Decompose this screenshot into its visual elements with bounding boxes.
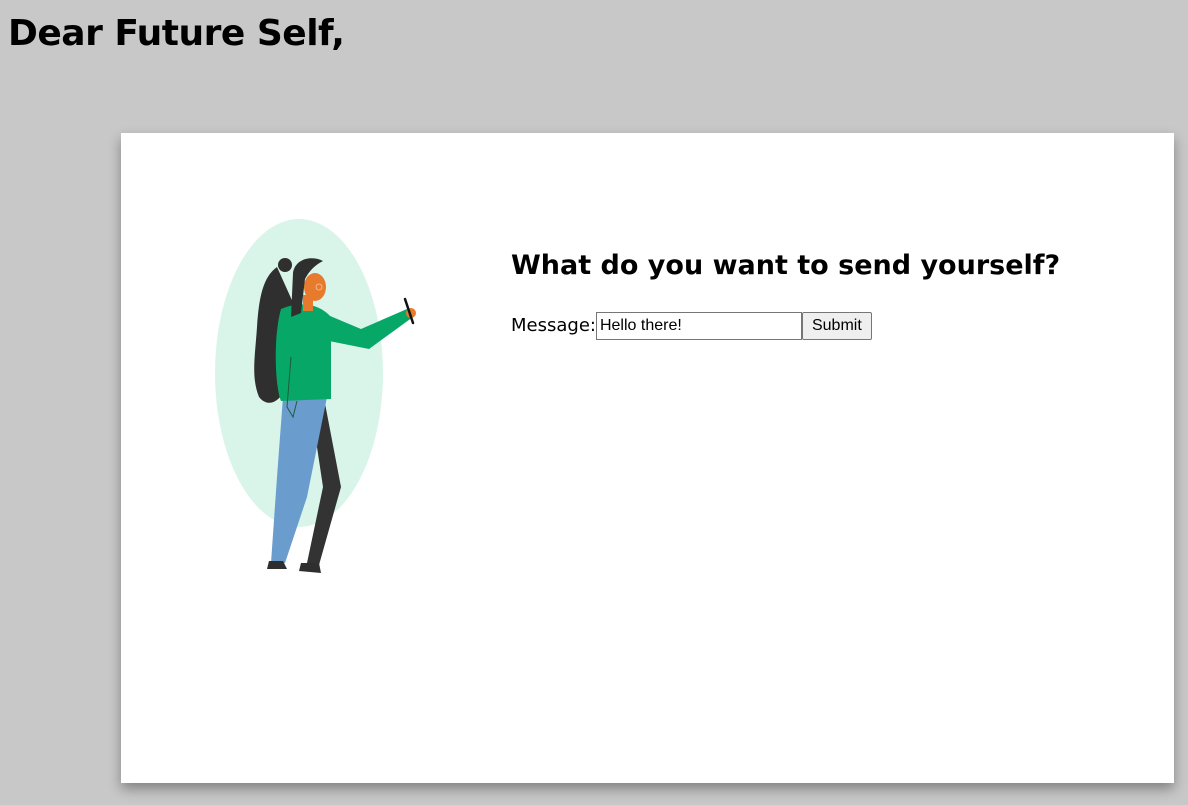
woman-holding-pen-illustration xyxy=(215,219,416,573)
message-label: Message: xyxy=(511,315,596,336)
form-heading: What do you want to send yourself? xyxy=(511,250,1061,281)
message-input[interactable] xyxy=(595,312,802,340)
letter-form: What do you want to send yourself? Messa… xyxy=(511,248,1131,340)
illustration-face xyxy=(304,273,326,301)
letter-card: What do you want to send yourself? Messa… xyxy=(121,133,1174,783)
illustration-back-shoe xyxy=(299,563,321,573)
page-title: Dear Future Self, xyxy=(8,13,345,54)
illustration-hair-bun xyxy=(278,258,292,272)
message-row: Message: Submit xyxy=(511,312,1131,340)
submit-button[interactable]: Submit xyxy=(801,312,872,340)
illustration-sweater xyxy=(275,304,331,401)
